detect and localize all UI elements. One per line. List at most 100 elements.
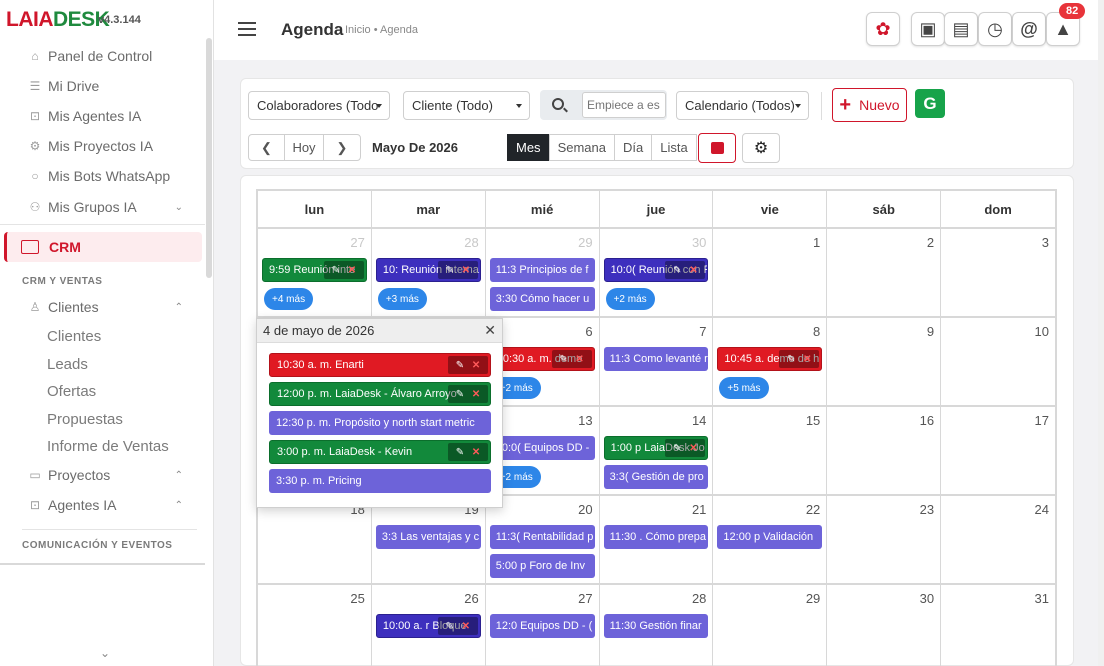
calendar-event[interactable]: 1:00 p LaiaDesk Jo ✎ ✕ <box>603 436 709 460</box>
delete-icon[interactable]: ✕ <box>348 265 356 276</box>
edit-icon[interactable]: ✎ <box>673 443 681 454</box>
calendar-event[interactable]: 10:00 a. r Bloque ✎ ✕ <box>375 614 481 638</box>
more-events-link[interactable]: +2 más <box>605 288 655 310</box>
logo[interactable]: LAIADESK <box>6 8 110 32</box>
delete-icon[interactable]: ✕ <box>472 360 480 371</box>
notes-button[interactable]: ▤ <box>944 12 978 46</box>
calendar-event[interactable]: 11:30 Gestión finar <box>603 614 709 638</box>
day-number[interactable]: 31 <box>1035 591 1049 606</box>
calendar-event[interactable]: 10:30 a. m. demo ✎ ✕ <box>489 347 595 371</box>
calendar-event[interactable]: 5:00 p Foro de Inv <box>489 554 595 578</box>
delete-icon[interactable]: ✕ <box>462 265 470 276</box>
calendar-event[interactable]: 10:0( Equipos DD - <box>489 436 595 460</box>
chevron-down-icon[interactable]: ⌄ <box>100 646 110 660</box>
edit-icon[interactable]: ✎ <box>445 621 453 632</box>
sidebar-item-panel-de-control[interactable]: ⌂ Panel de Control <box>0 43 205 69</box>
sidebar-subitem-ofertas[interactable]: Ofertas <box>47 383 96 400</box>
mail-button[interactable]: @ <box>1012 12 1046 46</box>
time-button[interactable]: ◷ <box>978 12 1012 46</box>
google-sync-button[interactable]: G <box>915 89 945 118</box>
edit-icon[interactable]: ✎ <box>559 354 567 365</box>
day-cell[interactable]: 23 <box>827 496 942 585</box>
day-number[interactable]: 20 <box>578 502 592 517</box>
calendar-event[interactable]: 3:3( Gestión de pro <box>603 465 709 489</box>
day-cell[interactable]: 17 <box>941 407 1055 496</box>
day-cell[interactable]: 18 <box>258 496 372 585</box>
day-cell[interactable]: 8 10:45 a. demo de h ✎ ✕ +5 más <box>713 318 828 407</box>
calendar-event[interactable]: 11:3 Principios de f <box>489 258 595 282</box>
day-cell[interactable]: 29 <box>713 585 828 666</box>
calendar-event[interactable]: 12:0 Equipos DD - ( <box>489 614 595 638</box>
day-number[interactable]: 29 <box>578 235 592 250</box>
search-icon[interactable] <box>552 98 564 110</box>
day-number[interactable]: 14 <box>692 413 706 428</box>
popover-event[interactable]: 12:00 p. m. LaiaDesk - Álvaro Arroyo ✎ ✕ <box>269 382 491 406</box>
day-number[interactable]: 23 <box>920 502 934 517</box>
edit-icon[interactable]: ✎ <box>673 265 681 276</box>
today-button[interactable]: Hoy <box>284 134 324 161</box>
day-number[interactable]: 28 <box>692 591 706 606</box>
day-number[interactable]: 8 <box>813 324 820 339</box>
day-cell[interactable]: 15 <box>713 407 828 496</box>
day-number[interactable]: 13 <box>578 413 592 428</box>
day-cell[interactable]: 27 9:59 Reunión inte ✎ ✕ +4 más <box>258 229 372 318</box>
more-events-link[interactable]: +4 más <box>264 288 314 310</box>
calendar-event[interactable]: 9:59 Reunión inte ✎ ✕ <box>262 258 367 282</box>
close-icon[interactable]: ✕ <box>484 322 496 339</box>
day-cell[interactable]: 2 <box>827 229 942 318</box>
day-number[interactable]: 3 <box>1042 235 1049 250</box>
sidebar-item-mis-grupos-ia[interactable]: ⚇ Mis Grupos IA ⌄ <box>0 194 205 220</box>
delete-icon[interactable]: ✕ <box>689 265 697 276</box>
view-day-button[interactable]: Día <box>613 134 653 161</box>
delete-icon[interactable]: ✕ <box>689 443 697 454</box>
search-input[interactable] <box>582 92 666 118</box>
calendar-filter-button[interactable] <box>698 133 736 163</box>
day-cell[interactable]: 26 10:00 a. r Bloque ✎ ✕ <box>372 585 486 666</box>
sidebar-item-clientes[interactable]: ♙ Clientes ⌃ <box>0 294 205 320</box>
day-cell[interactable]: 9 <box>827 318 942 407</box>
day-number[interactable]: 28 <box>464 235 478 250</box>
calendar-event[interactable]: 11:30 . Cómo prepa <box>603 525 709 549</box>
day-number[interactable]: 26 <box>464 591 478 606</box>
delete-icon[interactable]: ✕ <box>803 354 811 365</box>
day-cell[interactable]: 21 11:30 . Cómo prepa <box>599 496 714 585</box>
delete-icon[interactable]: ✕ <box>472 389 480 400</box>
day-number[interactable]: 10 <box>1035 324 1049 339</box>
day-cell[interactable]: 24 <box>941 496 1055 585</box>
day-number[interactable]: 27 <box>578 591 592 606</box>
popover-event[interactable]: 10:30 a. m. Enarti ✎ ✕ <box>269 353 491 377</box>
calendar-event[interactable]: 3:3 Las ventajas y c <box>375 525 481 549</box>
day-number[interactable]: 7 <box>699 324 706 339</box>
day-cell[interactable]: 25 <box>258 585 372 666</box>
day-cell[interactable]: 22 12:00 p Validación <box>713 496 828 585</box>
day-number[interactable]: 6 <box>585 324 592 339</box>
sidebar-subitem-leads[interactable]: Leads <box>47 356 88 373</box>
day-cell[interactable]: 27 12:0 Equipos DD - ( <box>486 585 600 666</box>
more-events-link[interactable]: +5 más <box>719 377 769 399</box>
sidebar-item-mis-proyectos-ia[interactable]: ⚙ Mis Proyectos IA <box>0 133 205 159</box>
day-number[interactable]: 21 <box>692 502 706 517</box>
calendar-event[interactable]: 10:0( Reunión con F ✎ ✕ <box>603 258 709 282</box>
day-cell[interactable]: 1 <box>713 229 828 318</box>
view-list-button[interactable]: Lista <box>651 134 697 161</box>
day-cell[interactable]: 7 11:3 Como levanté r <box>599 318 714 407</box>
ai-assistant-button[interactable]: ✿ <box>866 12 900 46</box>
page-scrollbar[interactable] <box>1098 0 1104 666</box>
edit-icon[interactable]: ✎ <box>456 389 464 400</box>
edit-icon[interactable]: ✎ <box>456 360 464 371</box>
view-month-button[interactable]: Mes <box>507 134 550 161</box>
sidebar-item-mi-drive[interactable]: ☰ Mi Drive <box>0 73 205 99</box>
day-cell[interactable]: 10 <box>941 318 1055 407</box>
day-cell[interactable]: 28 11:30 Gestión finar <box>600 585 714 666</box>
delete-icon[interactable]: ✕ <box>575 354 583 365</box>
day-number[interactable]: 25 <box>350 591 364 606</box>
day-cell[interactable]: 19 3:3 Las ventajas y c <box>371 496 486 585</box>
calendar-event[interactable]: 11:3 Como levanté r <box>603 347 709 371</box>
day-cell[interactable]: 16 <box>827 407 942 496</box>
day-number[interactable]: 24 <box>1035 502 1049 517</box>
edit-icon[interactable]: ✎ <box>456 447 464 458</box>
popover-event[interactable]: 3:30 p. m. Pricing <box>269 469 491 493</box>
day-cell[interactable]: 30 10:0( Reunión con F ✎ ✕ +2 más <box>599 229 714 318</box>
colaboradores-select[interactable]: Colaboradores (Todo <box>248 91 390 120</box>
day-number[interactable]: 2 <box>927 235 934 250</box>
